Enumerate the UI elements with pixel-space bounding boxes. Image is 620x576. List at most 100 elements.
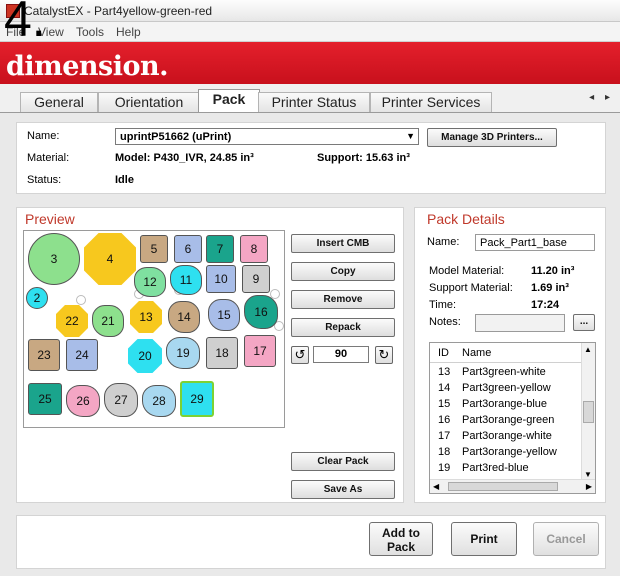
repack-button[interactable]: Repack (291, 318, 395, 337)
list-vertical-scrollbar[interactable]: ▲ ▼ (581, 343, 595, 481)
part-23[interactable]: 23 (28, 339, 60, 371)
notes-label: Notes: (429, 316, 461, 328)
part-29-selected[interactable]: 29 (180, 381, 214, 417)
step-annotation: 4. (4, 0, 46, 47)
clear-pack-button[interactable]: Clear Pack (291, 452, 395, 471)
scroll-up-icon[interactable]: ▲ (584, 345, 592, 354)
dimension-logo: dimension. (6, 51, 169, 82)
support-material-value: Support: 15.63 in³ (317, 152, 410, 164)
chevron-down-icon: ▼ (406, 131, 415, 141)
tab-scroll-arrows[interactable]: ◂ ▸ (589, 92, 614, 103)
scroll-right-icon[interactable]: ▶ (586, 482, 592, 491)
build-tray-canvas[interactable]: 3 4 5 6 7 8 2 12 11 10 9 22 21 13 14 15 … (23, 230, 285, 428)
part-11[interactable]: 11 (170, 265, 202, 295)
model-material-label: Model Material: (429, 265, 505, 277)
scroll-down-icon[interactable]: ▼ (584, 470, 592, 479)
tab-orientation[interactable]: Orientation (98, 92, 200, 112)
list-item[interactable]: 14 Part3green-yellow (430, 381, 582, 397)
notes-browse-button[interactable]: ... (573, 314, 595, 331)
printer-info-panel: Name: uprintP51662 (uPrint) ▼ Manage 3D … (16, 122, 606, 194)
column-id[interactable]: ID (438, 347, 449, 359)
preview-panel: Preview 3 4 5 6 7 8 2 12 11 10 9 22 21 1… (16, 207, 404, 503)
window-title: CatalystEX - Part4yellow-green-red (24, 4, 213, 18)
scroll-left-icon[interactable]: ◀ (433, 482, 439, 491)
part-28[interactable]: 28 (142, 385, 176, 417)
tab-printer-services[interactable]: Printer Services (370, 92, 492, 112)
part-10[interactable]: 10 (206, 265, 236, 293)
pack-parts-list[interactable]: ID Name 13 Part3green-white 14 Part3green-… (429, 342, 596, 494)
part-13[interactable]: 13 (130, 301, 162, 333)
tab-general[interactable]: General (20, 92, 98, 112)
time-label: Time: (429, 299, 457, 311)
printer-select[interactable]: uprintP51662 (uPrint) ▼ (115, 128, 419, 145)
model-material-value: Model: P430_IVR, 24.85 in³ (115, 152, 254, 164)
menu-help[interactable]: Help (116, 25, 141, 39)
part-16[interactable]: 16 (244, 295, 278, 329)
part-20[interactable]: 20 (128, 339, 162, 373)
pack-tab-content: Name: uprintP51662 (uPrint) ▼ Manage 3D … (0, 112, 620, 576)
part-22[interactable]: 22 (56, 305, 88, 337)
list-item[interactable]: 17 Part3orange-white (430, 429, 582, 445)
status-value: Idle (115, 174, 134, 186)
list-horizontal-scrollbar[interactable]: ◀ ▶ (430, 479, 595, 493)
part-27[interactable]: 27 (104, 383, 138, 417)
title-bar: CatalystEX - Part4yellow-green-red (0, 0, 620, 22)
list-item[interactable]: 15 Part3orange-blue (430, 397, 582, 413)
rotation-input[interactable]: 90 (313, 346, 369, 363)
part-24[interactable]: 24 (66, 339, 98, 371)
pack-details-title: Pack Details (427, 211, 505, 227)
notes-input[interactable] (475, 314, 565, 332)
time-value: 17:24 (531, 299, 560, 311)
rotate-cw-icon[interactable]: ↻ (375, 346, 393, 364)
pack-details-panel: Pack Details Name: Pack_Part1_base Model… (414, 207, 606, 503)
cancel-button[interactable]: Cancel (533, 522, 599, 556)
tab-printer-status[interactable]: Printer Status (258, 92, 370, 112)
list-item[interactable]: 13 Part3green-white (430, 365, 582, 381)
brand-banner: dimension. (0, 42, 620, 84)
printer-select-value: uprintP51662 (uPrint) (120, 131, 232, 143)
menu-bar: File View Tools Help (0, 22, 620, 42)
insert-cmb-button[interactable]: Insert CMB (291, 234, 395, 253)
pack-model-material-value: 11.20 in³ (531, 265, 575, 277)
print-button[interactable]: Print (451, 522, 517, 556)
hscroll-thumb[interactable] (448, 482, 558, 491)
part-17[interactable]: 17 (244, 335, 276, 367)
part-9[interactable]: 9 (242, 265, 270, 293)
part-7[interactable]: 7 (206, 235, 234, 263)
manage-printers-button[interactable]: Manage 3D Printers... (427, 128, 557, 147)
pack-name-label: Name: (427, 236, 460, 248)
tab-strip: General Orientation Pack Printer Status … (0, 84, 620, 113)
remove-button[interactable]: Remove (291, 290, 395, 309)
list-item[interactable]: 19 Part3red-blue (430, 461, 582, 477)
action-bar: Add to Pack Print Cancel (16, 515, 606, 569)
menu-tools[interactable]: Tools (76, 25, 104, 39)
part-4[interactable]: 4 (84, 233, 136, 285)
part-25[interactable]: 25 (28, 383, 62, 415)
list-item[interactable]: 18 Part3orange-yellow (430, 445, 582, 461)
status-label: Status: (27, 174, 62, 186)
part-18[interactable]: 18 (206, 337, 238, 369)
pack-name-input[interactable]: Pack_Part1_base (475, 234, 595, 251)
part-6[interactable]: 6 (174, 235, 202, 263)
part-8[interactable]: 8 (240, 235, 268, 263)
scroll-thumb[interactable] (583, 401, 594, 423)
part-19[interactable]: 19 (166, 337, 200, 369)
part-26[interactable]: 26 (66, 385, 100, 417)
rotate-ccw-icon[interactable]: ↺ (291, 346, 309, 364)
printer-name-label: Name: (27, 130, 60, 142)
list-header: ID Name (430, 343, 582, 363)
list-item[interactable]: 16 Part3orange-green (430, 413, 582, 429)
pack-support-material-value: 1.69 in³ (531, 282, 569, 294)
part-5[interactable]: 5 (140, 235, 168, 263)
part-2[interactable]: 2 (26, 287, 48, 309)
part-15[interactable]: 15 (208, 299, 240, 331)
part-14[interactable]: 14 (168, 301, 200, 333)
add-to-pack-button[interactable]: Add to Pack (369, 522, 433, 556)
save-as-button[interactable]: Save As (291, 480, 395, 499)
part-21[interactable]: 21 (92, 305, 124, 337)
part-12[interactable]: 12 (134, 267, 166, 297)
column-name[interactable]: Name (462, 347, 491, 359)
copy-button[interactable]: Copy (291, 262, 395, 281)
tab-pack[interactable]: Pack (198, 89, 260, 113)
part-3[interactable]: 3 (28, 233, 80, 285)
